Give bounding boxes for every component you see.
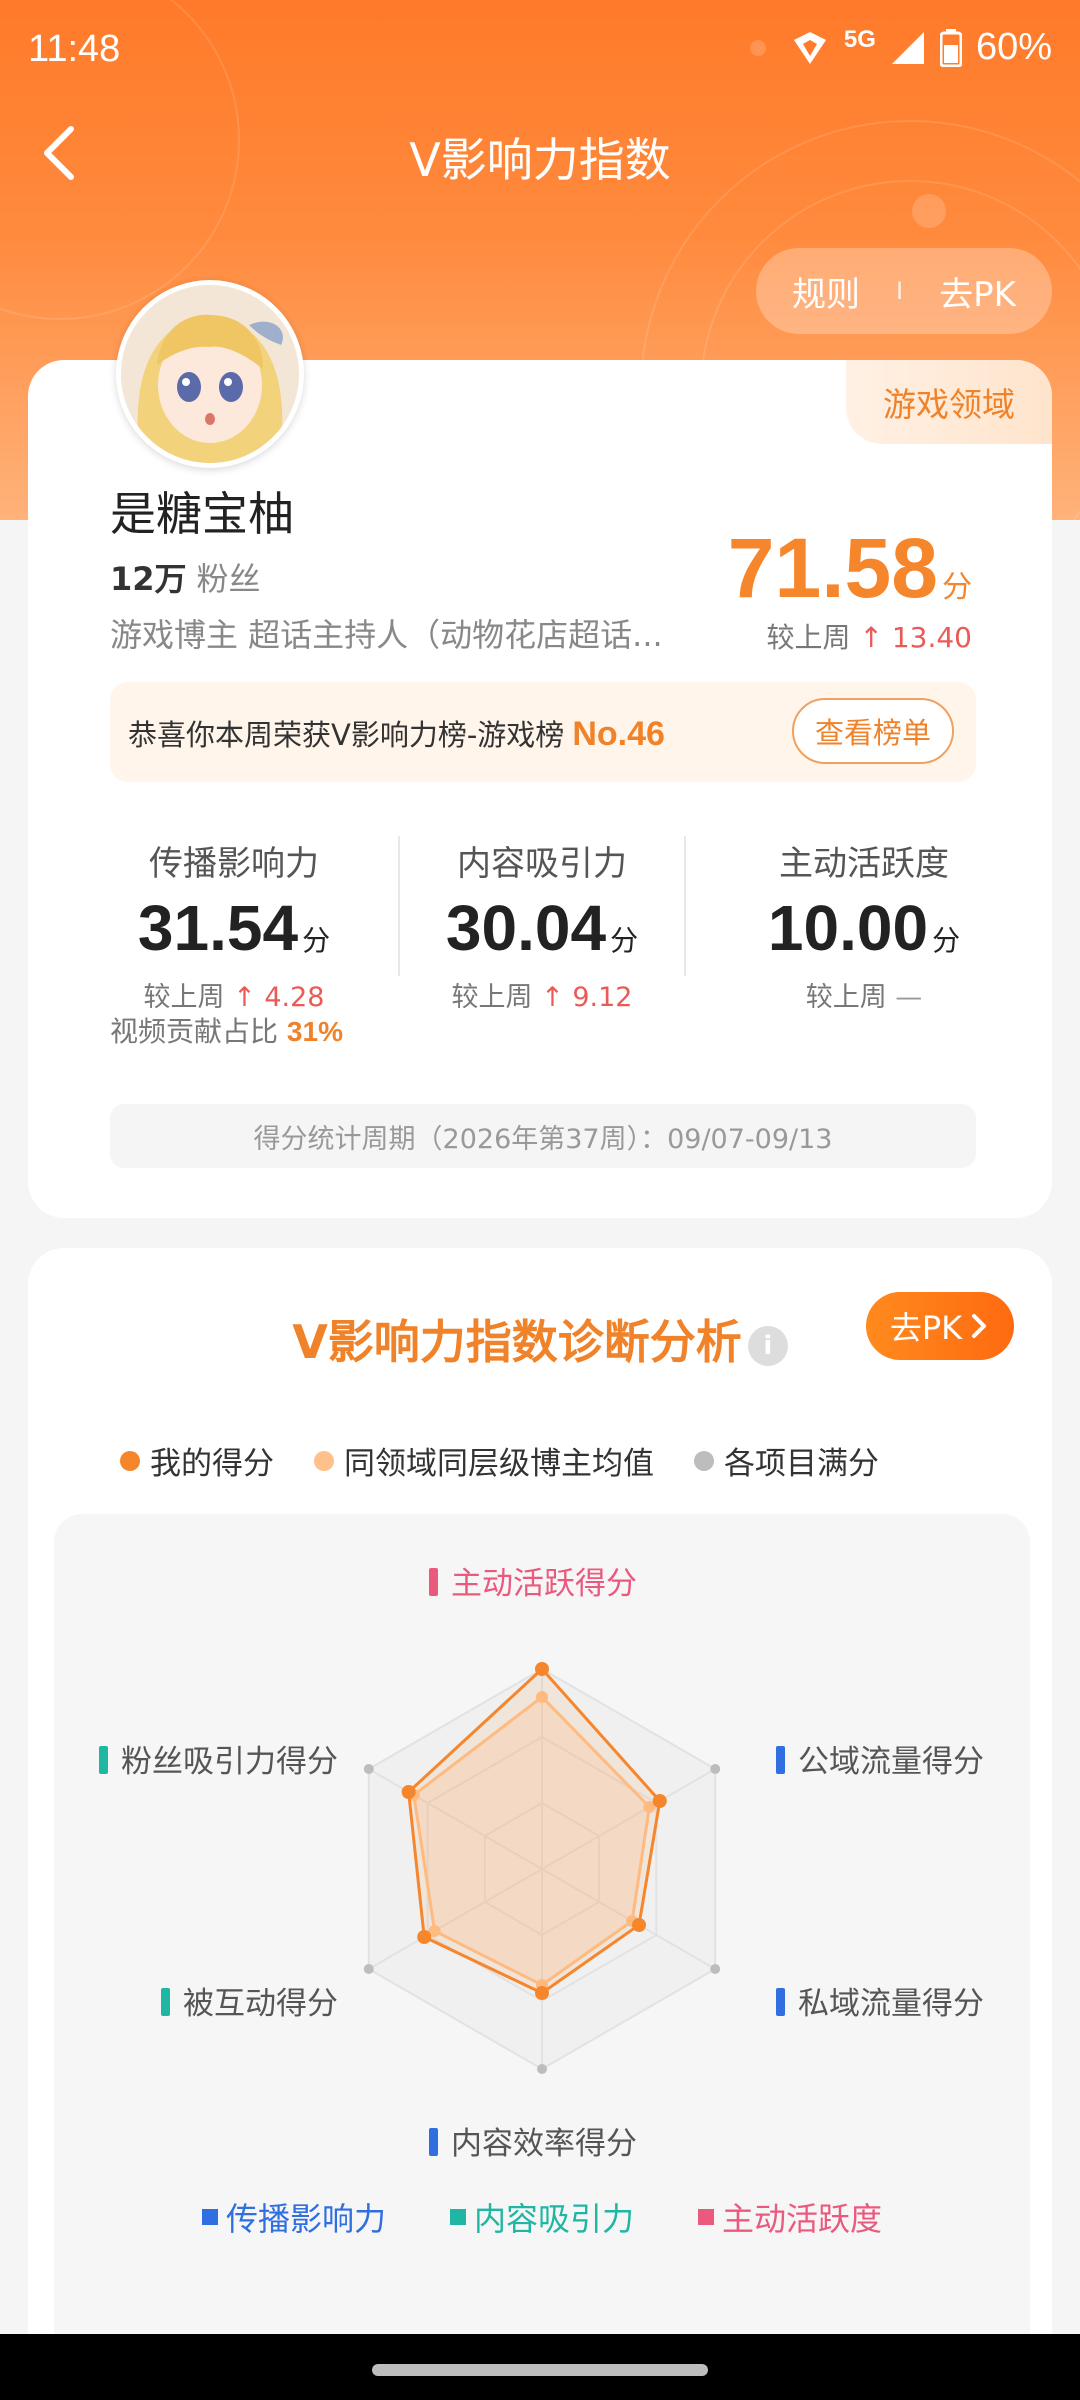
actions-divider: I — [896, 277, 904, 305]
axis-marker — [776, 1746, 785, 1774]
username: 是糖宝柚 — [110, 487, 294, 541]
my-score-point — [652, 1794, 667, 1808]
axis-marker — [161, 1988, 170, 2016]
metric-delta: 较上周 ↑ 4.28 — [143, 982, 325, 1013]
category-legend: 传播影响力 内容吸引力 主动活跃度 — [54, 2194, 1030, 2240]
rank-number: No.46 — [572, 715, 665, 753]
axis-marker — [429, 1568, 438, 1596]
metric-label: 主动活跃度 — [779, 844, 949, 884]
battery-icon — [939, 28, 962, 67]
arrow-up-icon: ↑ — [233, 982, 256, 1013]
radar-legend: 我的得分 同领域同层级博主均值 各项目满分 — [120, 1438, 879, 1483]
navigation-bar — [0, 2334, 1080, 2400]
header-actions: 规则 I 去PK — [756, 248, 1052, 334]
metric-label: 传播影响力 — [149, 844, 319, 884]
metric-label: 内容吸引力 — [457, 844, 627, 884]
metric-delta: 较上周 — — [805, 982, 923, 1013]
legend-dot — [120, 1450, 140, 1471]
legend-square — [698, 2209, 714, 2225]
battery-level: 60% — [975, 26, 1052, 68]
radar-axis-label: 主动活跃得分 — [451, 1566, 637, 1602]
analysis-card: V影响力指数诊断分析 i 去PK 我的得分 同领域同层级博主均值 各项目满分 主动… — [28, 1248, 1052, 2400]
category-legend-item: 内容吸引力 — [449, 2194, 634, 2240]
my-score-point — [401, 1785, 416, 1799]
legend-dot — [694, 1450, 714, 1471]
max-score-point — [363, 1964, 374, 1974]
max-score-point — [537, 2064, 547, 2074]
video-ratio-value: 31% — [286, 1016, 343, 1047]
rules-link[interactable]: 规则 — [792, 267, 860, 316]
vpn-icon — [793, 31, 826, 64]
rank-banner: 恭喜你本周荣获V影响力榜-游戏榜 No.46 查看榜单 — [110, 682, 976, 782]
total-score-delta: 较上周 ↑ 13.40 — [767, 616, 972, 656]
page-title: V影响力指数 — [409, 133, 671, 187]
legend-dot — [314, 1450, 334, 1471]
top-bar: V影响力指数 — [0, 110, 1080, 200]
legend-item: 各项目满分 — [694, 1438, 879, 1483]
metric-content[interactable]: 内容吸引力 30.04 分 较上周 ↑ 9.12 — [392, 836, 692, 1014]
radar-axis-label: 粉丝吸引力得分 — [121, 1744, 338, 1780]
score-unit: 分 — [942, 571, 972, 604]
user-bio: 游戏博主 超话主持人（动物花店超话... — [110, 616, 663, 654]
total-score: 71.58 分 — [728, 520, 972, 617]
rank-text: 恭喜你本周荣获V影响力榜-游戏榜 No.46 — [128, 712, 665, 754]
delta-value: 13.40 — [891, 621, 972, 654]
status-icons: 5G 60% — [790, 26, 1052, 69]
arrow-up-icon: ↑ — [859, 621, 883, 654]
domain-tag[interactable]: 游戏领域 — [846, 360, 1052, 444]
video-ratio: 视频贡献占比 31% — [110, 1010, 343, 1050]
metric-active[interactable]: 主动活跃度 10.00 分 较上周 — — [714, 836, 1014, 1014]
score-period: 得分统计周期（2026年第37周）：09/07-09/13 — [110, 1104, 976, 1168]
axis-marker — [429, 2128, 438, 2156]
my-score-point — [535, 1986, 549, 2000]
status-bar: 11:48 5G 60% — [0, 0, 1080, 100]
radar-axis-label: 私域流量得分 — [798, 1986, 984, 2022]
rank-message: 恭喜你本周荣获V影响力榜-游戏榜 — [128, 718, 565, 752]
total-score-value: 71.58 — [727, 521, 938, 615]
legend-square — [201, 2209, 218, 2225]
my-score-point — [535, 1662, 549, 1676]
metric-value: 31.54 分 — [137, 892, 331, 964]
signal-icon — [891, 31, 924, 64]
video-ratio-label: 视频贡献占比 — [110, 1015, 279, 1048]
metric-delta: 较上周 ↑ 9.12 — [451, 982, 633, 1013]
avatar[interactable] — [116, 280, 304, 468]
fans-number: 12万 — [110, 560, 187, 598]
network-type: 5G — [843, 25, 876, 53]
status-time: 11:48 — [28, 28, 121, 70]
info-icon[interactable]: i — [747, 1325, 788, 1366]
max-score-point — [710, 1964, 721, 1974]
radar-axis-label: 被互动得分 — [183, 1986, 338, 2022]
arrow-up-icon: ↑ — [541, 982, 564, 1013]
axis-marker — [99, 1746, 108, 1774]
metric-divider — [684, 836, 686, 976]
legend-item: 同领域同层级博主均值 — [314, 1438, 654, 1483]
metric-spread[interactable]: 传播影响力 31.54 分 较上周 ↑ 4.28 — [84, 836, 384, 1014]
axis-marker — [776, 1988, 785, 2016]
pk-link[interactable]: 去PK — [939, 267, 1016, 316]
radar-axis-label: 公域流量得分 — [798, 1744, 984, 1780]
category-legend-item: 传播影响力 — [201, 2194, 386, 2240]
view-ranking-button[interactable]: 查看榜单 — [792, 698, 954, 764]
go-pk-button[interactable]: 去PK — [866, 1292, 1014, 1360]
fans-count: 12万 粉丝 — [110, 554, 261, 600]
my-score-point — [631, 1918, 646, 1932]
radar-chart: 主动活跃得分公域流量得分私域流量得分内容效率得分 被互动得分 粉丝吸引力得分 — [99, 1566, 984, 2162]
profile-card: 游戏领域 是糖宝柚 12万 粉丝 游戏博主 超话主持人（动物花店超话... 71.… — [28, 360, 1052, 1218]
legend-square — [449, 2209, 466, 2225]
my-score-point — [417, 1930, 432, 1944]
avatar-illustration — [121, 285, 299, 463]
radar-chart-area: 主动活跃得分公域流量得分 私域流量得分内容效率得分 被互动得分 粉丝吸引力得分 传播影… — [54, 1514, 1030, 2400]
legend-item: 我的得分 — [120, 1438, 274, 1483]
delta-label: 较上周 — [766, 621, 851, 654]
fans-label: 粉丝 — [196, 560, 261, 598]
radar-axis-label: 内容效率得分 — [451, 2126, 637, 2162]
metric-value: 30.04 分 — [445, 892, 639, 964]
max-score-point — [710, 1764, 721, 1774]
metric-value: 10.00 分 — [767, 892, 961, 964]
chevron-right-icon — [972, 1314, 987, 1338]
gesture-handle[interactable] — [372, 2364, 708, 2376]
max-score-point — [363, 1764, 374, 1774]
category-legend-item: 主动活跃度 — [698, 2194, 882, 2240]
